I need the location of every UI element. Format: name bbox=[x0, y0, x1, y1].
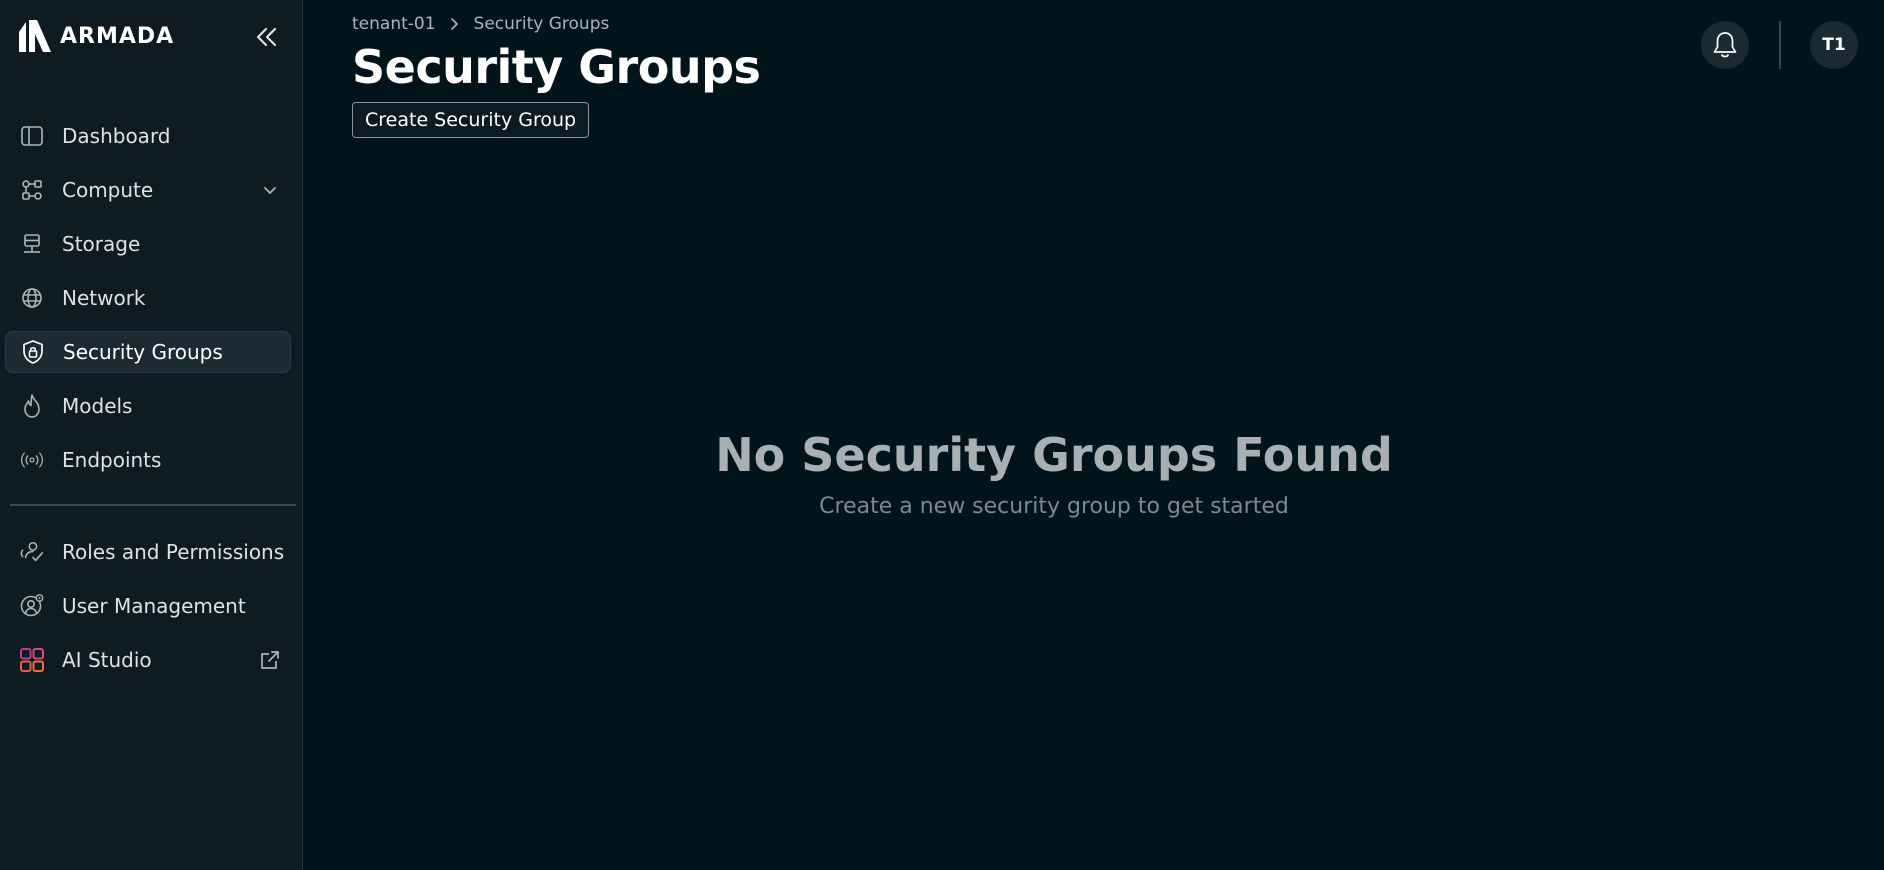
user-gear-icon bbox=[19, 593, 45, 619]
sidebar-item-label: Storage bbox=[62, 232, 141, 256]
collapse-sidebar-button[interactable] bbox=[252, 22, 282, 52]
chevron-right-icon bbox=[450, 17, 460, 31]
empty-state-subtitle: Create a new security group to get start… bbox=[819, 494, 1289, 519]
sidebar-item-user-management[interactable]: User Management bbox=[5, 585, 291, 627]
header-divider bbox=[1779, 21, 1781, 69]
sidebar-item-security-groups[interactable]: Security Groups bbox=[5, 331, 291, 373]
sidebar-item-label: User Management bbox=[62, 594, 246, 618]
sidebar-divider bbox=[10, 504, 296, 506]
sidebar-item-models[interactable]: Models bbox=[5, 385, 291, 427]
breadcrumb-current: Security Groups bbox=[473, 14, 610, 34]
breadcrumb: tenant-01 Security Groups bbox=[352, 14, 609, 34]
flame-icon bbox=[19, 393, 45, 419]
globe-icon bbox=[19, 285, 45, 311]
sidebar-item-label: Endpoints bbox=[62, 448, 162, 472]
users-check-icon bbox=[19, 539, 45, 565]
chevron-down-icon[interactable] bbox=[259, 179, 281, 201]
avatar[interactable]: T1 bbox=[1810, 21, 1858, 69]
double-chevron-left-icon bbox=[254, 26, 280, 48]
external-link-icon[interactable] bbox=[259, 649, 281, 671]
broadcast-icon bbox=[19, 447, 45, 473]
storage-icon bbox=[19, 231, 45, 257]
sidebar-item-network[interactable]: Network bbox=[5, 277, 291, 319]
sidebar-item-compute[interactable]: Compute bbox=[5, 169, 291, 211]
page-title: Security Groups bbox=[352, 40, 761, 94]
sidebar-item-label: Security Groups bbox=[63, 340, 223, 364]
app-root: ARMADA Dashboard Compute Storage Network… bbox=[0, 0, 1884, 870]
sidebar-item-endpoints[interactable]: Endpoints bbox=[5, 439, 291, 481]
empty-state: No Security Groups Found Create a new se… bbox=[303, 428, 1805, 519]
main-content: tenant-01 Security Groups Security Group… bbox=[303, 0, 1884, 870]
empty-state-title: No Security Groups Found bbox=[715, 428, 1393, 482]
sidebar-item-roles-and-permissions[interactable]: Roles and Permissions bbox=[5, 531, 291, 573]
brand-name: ARMADA bbox=[60, 23, 175, 49]
sidebar-item-dashboard[interactable]: Dashboard bbox=[5, 115, 291, 157]
sidebar-item-label: Compute bbox=[62, 178, 154, 202]
ai-studio-icon bbox=[19, 647, 45, 673]
sidebar-item-label: Roles and Permissions bbox=[62, 540, 285, 564]
armada-logo-icon bbox=[17, 18, 55, 54]
sidebar-item-storage[interactable]: Storage bbox=[5, 223, 291, 265]
sidebar: ARMADA Dashboard Compute Storage Network… bbox=[0, 0, 303, 870]
brand[interactable]: ARMADA bbox=[17, 18, 174, 54]
compute-icon bbox=[19, 177, 45, 203]
bell-icon bbox=[1711, 30, 1739, 60]
sidebar-item-label: Network bbox=[62, 286, 146, 310]
breadcrumb-tenant[interactable]: tenant-01 bbox=[352, 14, 436, 34]
sidebar-item-label: Dashboard bbox=[62, 124, 171, 148]
sidebar-item-label: Models bbox=[62, 394, 133, 418]
sidebar-item-ai-studio[interactable]: AI Studio bbox=[5, 639, 291, 681]
create-security-group-button[interactable]: Create Security Group bbox=[352, 102, 590, 138]
dashboard-icon bbox=[19, 123, 45, 149]
notifications-button[interactable] bbox=[1701, 21, 1749, 69]
sidebar-item-label: AI Studio bbox=[62, 648, 152, 672]
shield-lock-icon bbox=[20, 339, 46, 365]
